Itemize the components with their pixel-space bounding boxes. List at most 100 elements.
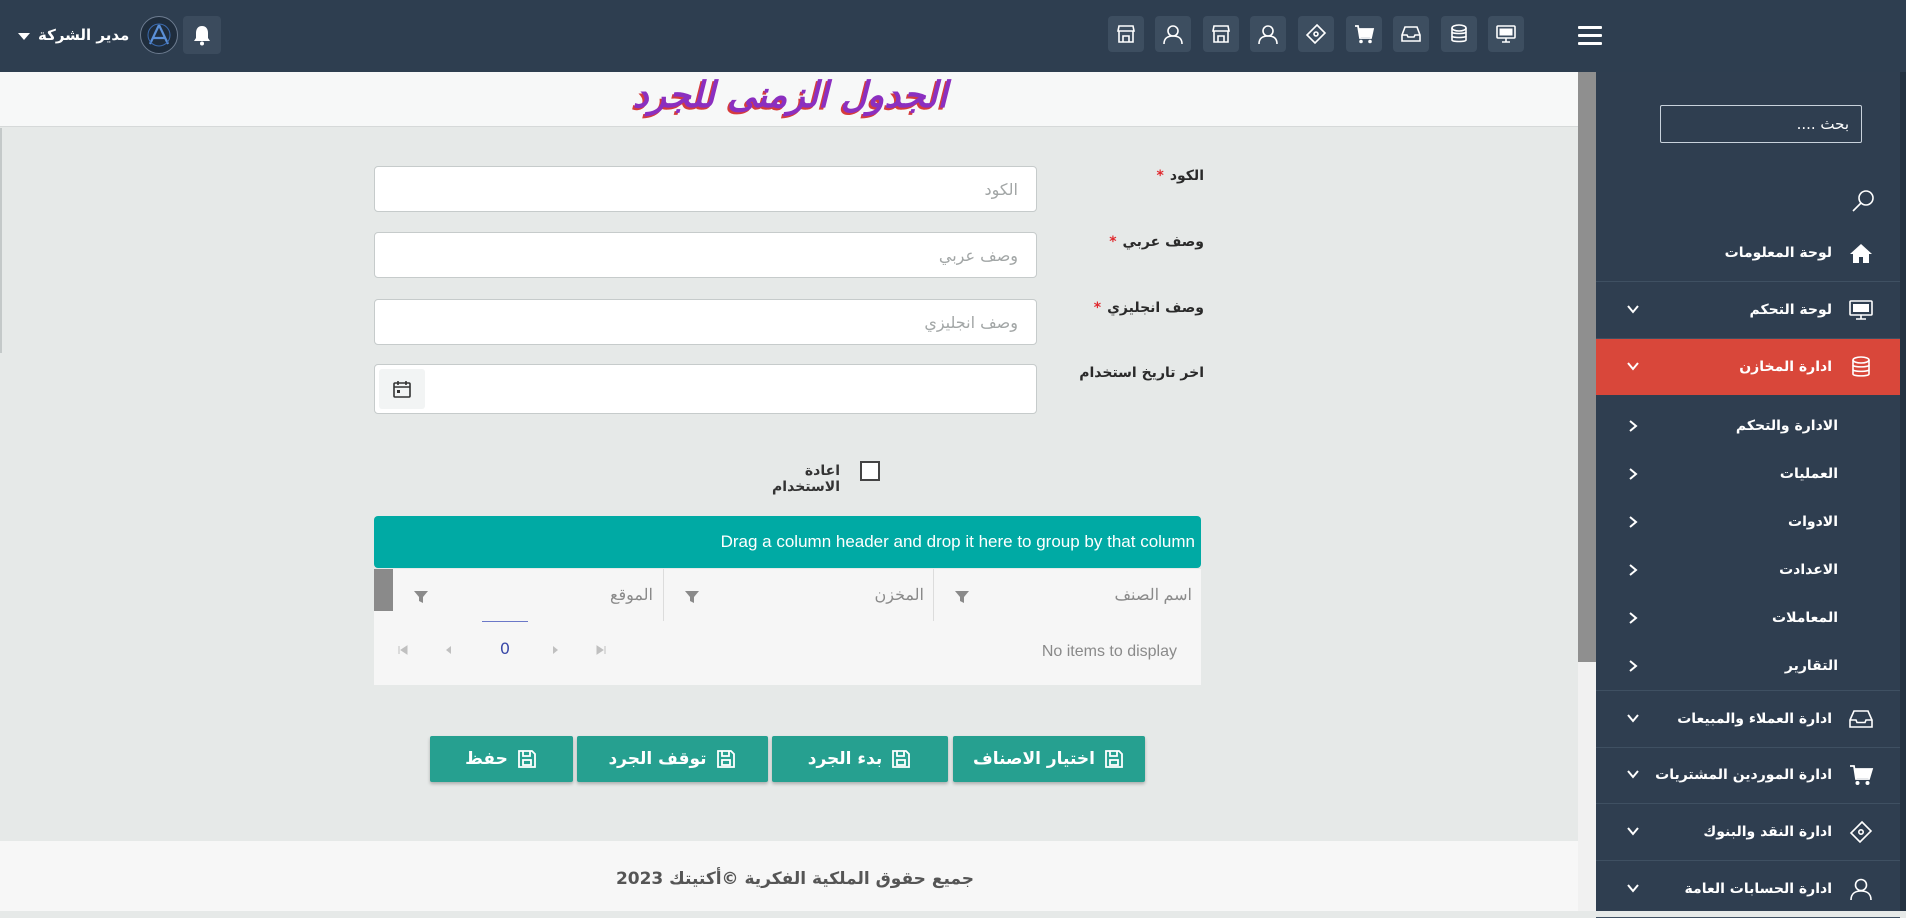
company-logo[interactable] (140, 16, 178, 54)
reuse-label: اعادة الاستخدام (772, 463, 840, 495)
grid-header-marker (374, 569, 393, 611)
save-icon (716, 750, 735, 768)
sidebar-scrollbar[interactable] (1900, 72, 1906, 911)
inventory-shortcut[interactable] (1441, 16, 1477, 52)
save-icon (1105, 750, 1123, 768)
top-navbar: مدير الشركة (0, 0, 1906, 72)
submenu-item-settings[interactable]: الاعدادت (1596, 546, 1900, 594)
start-inventory-button[interactable]: بدء الجرد (772, 736, 948, 782)
filter-icon[interactable] (684, 589, 700, 605)
chevron-down-icon (1627, 770, 1639, 779)
column-item-name[interactable]: اسم الصنف (933, 569, 1202, 621)
stop-inventory-button[interactable]: توقف الجرد (577, 736, 768, 782)
chevron-down-icon (1627, 305, 1639, 314)
save-icon (517, 750, 536, 768)
inbox-icon (1401, 26, 1421, 42)
user-name: مدير الشركة (38, 26, 130, 44)
submenu-item-operations[interactable]: العمليات (1596, 450, 1900, 498)
copyright-text: جميع حقوق الملكية الفكرية ©أكتيتك 2023 (615, 869, 975, 889)
sidebar-item-cash-banks[interactable]: ادارة النقد والبنوك (1596, 804, 1900, 861)
bell-icon (194, 26, 210, 46)
user-icon (1258, 25, 1278, 45)
ticket-icon (1849, 820, 1873, 844)
user-icon (1850, 878, 1872, 901)
submenu-item-tools[interactable]: الادوات (1596, 498, 1900, 546)
title-bar: الجدول الزمنى للجرد (0, 72, 1578, 127)
purchases-shortcut[interactable] (1346, 16, 1382, 52)
filter-icon[interactable] (413, 589, 429, 605)
footer: جميع حقوق الملكية الفكرية ©أكتيتك 2023 (0, 841, 1578, 911)
inbox-icon (1849, 710, 1873, 728)
user-shortcut[interactable] (1155, 16, 1191, 52)
date-picker-button[interactable] (379, 369, 425, 409)
user-shortcut-2[interactable] (1250, 16, 1286, 52)
code-input[interactable] (374, 166, 1037, 212)
store-shortcut[interactable] (1108, 16, 1144, 52)
submenu-item-transactions[interactable]: المعاملات (1596, 594, 1900, 642)
menu-toggle-button[interactable] (1578, 26, 1602, 50)
select-items-button[interactable]: اختيار الاصناف (953, 736, 1145, 782)
chevron-right-icon (1629, 468, 1638, 480)
reuse-option: اعادة الاستخدام (740, 460, 890, 495)
group-drop-area[interactable]: Drag a column header and drop it here to… (374, 516, 1201, 568)
cash-shortcut[interactable] (1298, 16, 1334, 52)
submenu-item-reports[interactable]: التقارير (1596, 642, 1900, 690)
sidebar-item-dashboard[interactable]: لوحة المعلومات (1596, 225, 1900, 282)
filter-icon[interactable] (954, 589, 970, 605)
english-desc-input[interactable] (374, 299, 1037, 345)
database-icon (1852, 356, 1870, 377)
store-icon (1117, 25, 1135, 43)
calendar-icon (393, 381, 411, 398)
user-menu[interactable]: مدير الشركة (18, 15, 129, 55)
database-icon (1451, 24, 1467, 43)
arabic-desc-input[interactable] (374, 232, 1037, 278)
home-icon (1850, 244, 1872, 263)
content-scrollbar[interactable] (1578, 72, 1596, 911)
grid-header: الموقع المخزن اسم الصنف (374, 569, 1201, 622)
monitor-icon (1849, 300, 1873, 320)
sidebar-item-suppliers-purchases[interactable]: ادارة الموردين المشتريات (1596, 747, 1900, 804)
chevron-right-icon (1629, 516, 1638, 528)
cart-icon (1850, 765, 1874, 785)
last-page-icon[interactable] (594, 643, 608, 657)
cart-icon (1355, 25, 1375, 44)
chevron-right-icon (1629, 612, 1638, 624)
sidebar: لوحة المعلومات لوحة التحكم ادارة المخازن… (1596, 72, 1900, 918)
next-page-icon[interactable] (548, 643, 562, 657)
scrollbar-thumb[interactable] (1578, 72, 1596, 662)
save-button[interactable]: حفظ (430, 736, 573, 782)
chevron-right-icon (1629, 420, 1638, 432)
monitor-icon (1496, 25, 1516, 43)
sidebar-item-general-accounts[interactable]: ادارة الحسابات العامة (1596, 861, 1900, 918)
sidebar-item-customers-sales[interactable]: ادارة العملاء والمبيعات (1596, 690, 1900, 748)
caret-down-icon (18, 32, 30, 40)
control-panel-shortcut[interactable] (1488, 16, 1524, 52)
chevron-down-icon (1627, 714, 1639, 723)
ticket-icon (1305, 23, 1327, 45)
sidebar-search-input[interactable] (1660, 105, 1862, 143)
notifications-button[interactable] (183, 16, 221, 54)
left-edge-divider (0, 128, 2, 353)
chevron-right-icon (1629, 564, 1638, 576)
last-use-date-field[interactable] (374, 364, 1037, 414)
chevron-down-icon (1627, 827, 1639, 836)
sales-shortcut[interactable] (1393, 16, 1429, 52)
store-icon (1212, 25, 1230, 43)
current-page[interactable]: 0 (482, 621, 528, 662)
sidebar-item-warehouses[interactable]: ادارة المخازن (1596, 339, 1900, 395)
column-warehouse[interactable]: المخزن (663, 569, 934, 621)
chevron-right-icon (1629, 660, 1638, 672)
user-icon (1163, 25, 1183, 45)
save-icon (892, 750, 911, 768)
column-location[interactable]: الموقع (393, 569, 663, 621)
reuse-checkbox[interactable] (860, 461, 880, 481)
grid-body: 0 No items to display (374, 621, 1201, 685)
empty-grid-message: No items to display (1041, 643, 1177, 660)
first-page-icon[interactable] (396, 643, 410, 657)
search-icon[interactable] (1848, 186, 1878, 216)
submenu-item-management[interactable]: الادارة والتحكم (1596, 402, 1900, 450)
previous-page-icon[interactable] (442, 643, 456, 657)
sidebar-item-control-panel[interactable]: لوحة التحكم (1596, 282, 1900, 339)
store-shortcut-2[interactable] (1203, 16, 1239, 52)
page-title: الجدول الزمنى للجرد (632, 74, 948, 116)
